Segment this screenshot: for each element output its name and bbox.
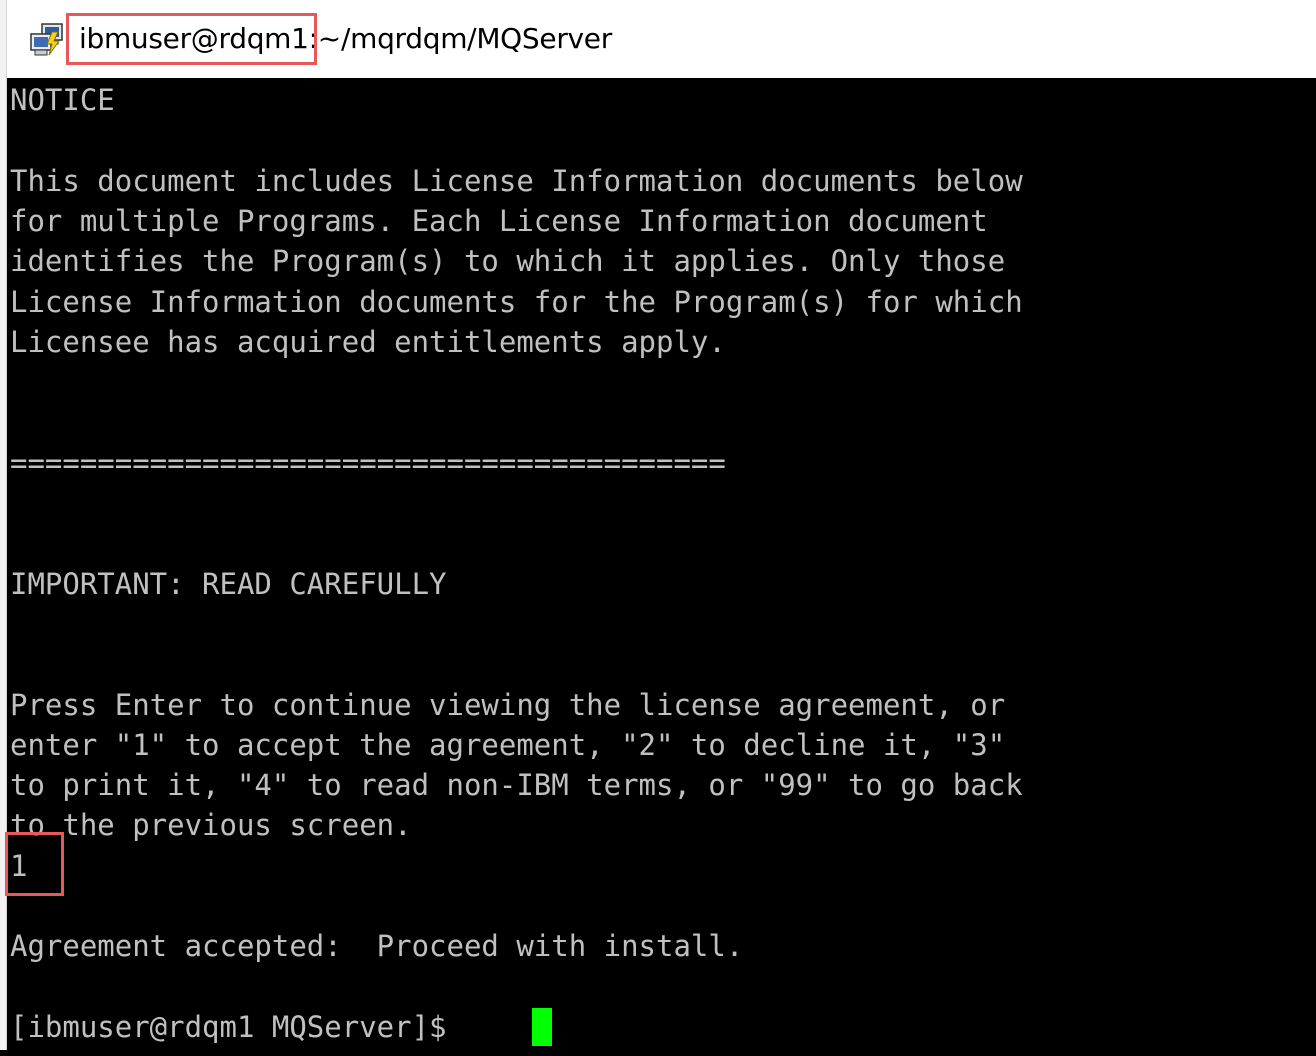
title-host-highlight-box <box>66 13 317 65</box>
terminal-line: ========================================… <box>10 445 726 480</box>
terminal-output[interactable]: NOTICE This document includes License Inf… <box>7 78 1316 1056</box>
terminal-line: for multiple Programs. Each License Info… <box>10 203 988 238</box>
window-title-path: ~/mqrdqm/MQServer <box>317 22 612 55</box>
terminal-cursor <box>532 1007 552 1046</box>
window-left-border <box>0 0 7 1056</box>
terminal-line: identifies the Program(s) to which it ap… <box>10 244 1006 279</box>
terminal-line: License Information documents for the Pr… <box>10 284 1023 319</box>
input-highlight-box <box>5 832 64 896</box>
terminal-line: Press Enter to continue viewing the lice… <box>10 687 1006 722</box>
terminal-window: ibmuser@rdqm1:~/mqrdqm/MQServer NOTICE Th… <box>0 0 1316 1056</box>
terminal-line: to print it, "4" to read non-IBM terms, … <box>10 768 1023 803</box>
terminal-line: IMPORTANT: READ CAREFULLY <box>10 566 447 601</box>
terminal-line: Licensee has acquired entitlements apply… <box>10 324 726 359</box>
putty-icon[interactable] <box>28 22 68 58</box>
terminal-line: enter "1" to accept the agreement, "2" t… <box>10 727 1006 762</box>
terminal-line: [ibmuser@rdqm1 MQServer]$ <box>10 1009 464 1044</box>
terminal-line: This document includes License Informati… <box>10 163 1023 198</box>
terminal-line: to the previous screen. <box>10 808 412 843</box>
terminal-line: Agreement accepted: Proceed with install… <box>10 929 744 964</box>
terminal-line: NOTICE <box>10 83 115 117</box>
bottom-border <box>0 1050 1316 1056</box>
